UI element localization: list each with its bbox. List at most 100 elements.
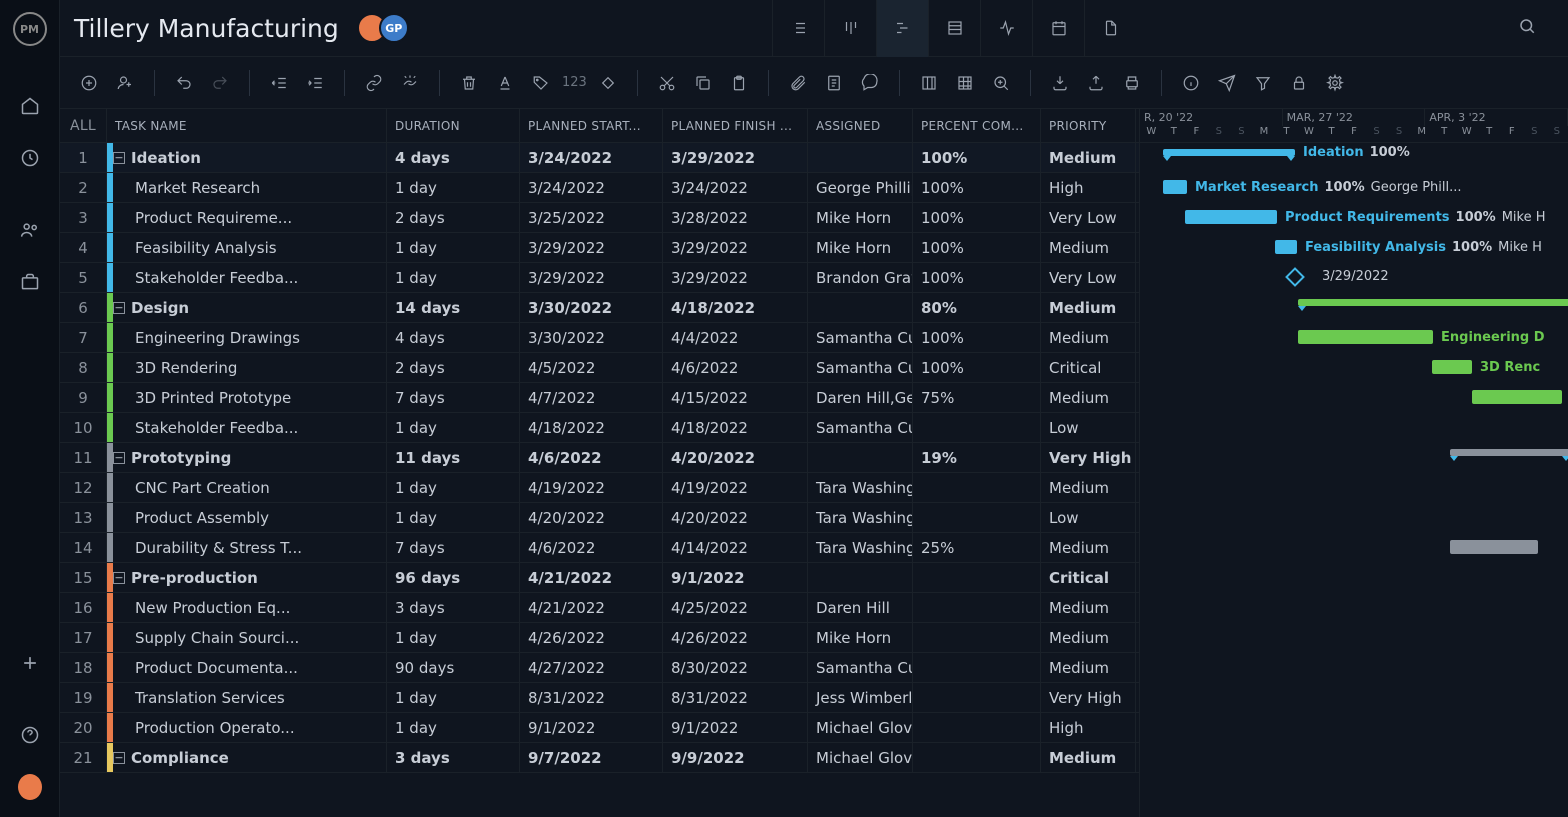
cell-task-name[interactable]: Durability & Stress T... bbox=[107, 533, 387, 562]
lock-icon[interactable] bbox=[1284, 68, 1314, 98]
cell-task-name[interactable]: Supply Chain Sourci... bbox=[107, 623, 387, 652]
cell-planned-start[interactable]: 4/20/2022 bbox=[520, 503, 663, 532]
gantt-row[interactable]: Market Research 100% George Phill... bbox=[1140, 173, 1568, 203]
cell-planned-finish[interactable]: 4/6/2022 bbox=[663, 353, 808, 382]
table-row[interactable]: 10 Stakeholder Feedba... 1 day 4/18/2022… bbox=[60, 413, 1139, 443]
export-icon[interactable] bbox=[1081, 68, 1111, 98]
cell-planned-start[interactable]: 9/1/2022 bbox=[520, 713, 663, 742]
table-row[interactable]: 12 CNC Part Creation 1 day 4/19/2022 4/1… bbox=[60, 473, 1139, 503]
table-row[interactable]: 13 Product Assembly 1 day 4/20/2022 4/20… bbox=[60, 503, 1139, 533]
cell-assigned[interactable]: Samantha Cum bbox=[808, 323, 913, 352]
gantt-row[interactable]: Engineering D bbox=[1140, 323, 1568, 353]
cell-duration[interactable]: 14 days bbox=[387, 293, 520, 322]
gantt-row[interactable]: Feasibility Analysis 100% Mike H bbox=[1140, 233, 1568, 263]
filter-icon[interactable] bbox=[1248, 68, 1278, 98]
table-row[interactable]: 6 −Design 14 days 3/30/2022 4/18/2022 80… bbox=[60, 293, 1139, 323]
cell-assigned[interactable]: Michael Glover bbox=[808, 743, 913, 772]
cell-assigned[interactable] bbox=[808, 443, 913, 472]
undo-icon[interactable] bbox=[169, 68, 199, 98]
text-style-icon[interactable] bbox=[490, 68, 520, 98]
unlink-icon[interactable] bbox=[395, 68, 425, 98]
search-icon[interactable] bbox=[1500, 17, 1554, 39]
cell-duration[interactable]: 4 days bbox=[387, 143, 520, 172]
table-row[interactable]: 2 Market Research 1 day 3/24/2022 3/24/2… bbox=[60, 173, 1139, 203]
cell-planned-finish[interactable]: 9/1/2022 bbox=[663, 713, 808, 742]
cell-duration[interactable]: 1 day bbox=[387, 683, 520, 712]
home-icon[interactable] bbox=[18, 94, 42, 118]
cell-percent-complete[interactable] bbox=[913, 473, 1041, 502]
table-row[interactable]: 21 −Compliance 3 days 9/7/2022 9/9/2022 … bbox=[60, 743, 1139, 773]
cell-planned-start[interactable]: 4/6/2022 bbox=[520, 533, 663, 562]
help-icon[interactable] bbox=[18, 723, 42, 747]
cell-percent-complete[interactable] bbox=[913, 503, 1041, 532]
notes-icon[interactable] bbox=[819, 68, 849, 98]
cell-duration[interactable]: 7 days bbox=[387, 383, 520, 412]
tag-icon[interactable] bbox=[526, 68, 556, 98]
table-row[interactable]: 3 Product Requireme... 2 days 3/25/2022 … bbox=[60, 203, 1139, 233]
cell-planned-start[interactable]: 3/24/2022 bbox=[520, 143, 663, 172]
cell-task-name[interactable]: Product Requireme... bbox=[107, 203, 387, 232]
cell-priority[interactable]: Medium bbox=[1041, 533, 1136, 562]
member-avatars[interactable]: GP bbox=[357, 13, 409, 43]
gantt-bar[interactable]: Ideation 100% bbox=[1163, 149, 1295, 156]
info-icon[interactable] bbox=[1176, 68, 1206, 98]
cell-priority[interactable]: Critical bbox=[1041, 563, 1136, 592]
cell-duration[interactable]: 1 day bbox=[387, 173, 520, 202]
print-icon[interactable] bbox=[1117, 68, 1147, 98]
cell-assigned[interactable]: Samantha Cum bbox=[808, 413, 913, 442]
cell-planned-finish[interactable]: 4/26/2022 bbox=[663, 623, 808, 652]
cell-priority[interactable]: Medium bbox=[1041, 323, 1136, 352]
table-row[interactable]: 18 Product Documenta... 90 days 4/27/202… bbox=[60, 653, 1139, 683]
gantt-chart[interactable]: R, 20 '22MAR, 27 '22APR, 3 '22 WTFSSMTWT… bbox=[1140, 109, 1568, 817]
cell-assigned[interactable]: Daren Hill,Geor bbox=[808, 383, 913, 412]
cell-task-name[interactable]: 3D Rendering bbox=[107, 353, 387, 382]
view-board-icon[interactable] bbox=[824, 0, 876, 57]
gantt-bar[interactable] bbox=[1450, 449, 1568, 456]
cell-planned-finish[interactable]: 4/20/2022 bbox=[663, 503, 808, 532]
gantt-bar[interactable]: Engineering D bbox=[1298, 330, 1433, 344]
cell-task-name[interactable]: Translation Services bbox=[107, 683, 387, 712]
cell-duration[interactable]: 4 days bbox=[387, 323, 520, 352]
collapse-icon[interactable]: − bbox=[113, 452, 125, 464]
cell-planned-finish[interactable]: 4/20/2022 bbox=[663, 443, 808, 472]
cell-duration[interactable]: 1 day bbox=[387, 713, 520, 742]
cell-task-name[interactable]: Product Assembly bbox=[107, 503, 387, 532]
view-file-icon[interactable] bbox=[1084, 0, 1136, 57]
cell-assigned[interactable]: Samantha Cum bbox=[808, 653, 913, 682]
settings-icon[interactable] bbox=[1320, 68, 1350, 98]
cell-duration[interactable]: 11 days bbox=[387, 443, 520, 472]
team-icon[interactable] bbox=[18, 218, 42, 242]
gantt-row[interactable] bbox=[1140, 293, 1568, 323]
cell-priority[interactable]: Low bbox=[1041, 503, 1136, 532]
cell-percent-complete[interactable]: 100% bbox=[913, 323, 1041, 352]
cell-duration[interactable]: 3 days bbox=[387, 743, 520, 772]
cell-priority[interactable]: Medium bbox=[1041, 293, 1136, 322]
redo-icon[interactable] bbox=[205, 68, 235, 98]
cell-planned-finish[interactable]: 3/28/2022 bbox=[663, 203, 808, 232]
cell-priority[interactable]: Very High bbox=[1041, 683, 1136, 712]
cell-task-name[interactable]: −Design bbox=[107, 293, 387, 322]
cell-duration[interactable]: 1 day bbox=[387, 623, 520, 652]
table-row[interactable]: 20 Production Operato... 1 day 9/1/2022 … bbox=[60, 713, 1139, 743]
view-calendar-icon[interactable] bbox=[1032, 0, 1084, 57]
cell-assigned[interactable]: Brandon Gray,M bbox=[808, 263, 913, 292]
cell-planned-finish[interactable]: 4/14/2022 bbox=[663, 533, 808, 562]
cell-planned-start[interactable]: 3/30/2022 bbox=[520, 293, 663, 322]
cell-percent-complete[interactable] bbox=[913, 563, 1041, 592]
cell-percent-complete[interactable]: 19% bbox=[913, 443, 1041, 472]
col-assigned[interactable]: ASSIGNED bbox=[808, 109, 913, 142]
add-task-icon[interactable] bbox=[74, 68, 104, 98]
table-row[interactable]: 9 3D Printed Prototype 7 days 4/7/2022 4… bbox=[60, 383, 1139, 413]
gantt-row[interactable] bbox=[1140, 593, 1568, 623]
cell-task-name[interactable]: Stakeholder Feedba... bbox=[107, 413, 387, 442]
cell-planned-finish[interactable]: 4/18/2022 bbox=[663, 413, 808, 442]
cell-priority[interactable]: Medium bbox=[1041, 653, 1136, 682]
cell-planned-start[interactable]: 8/31/2022 bbox=[520, 683, 663, 712]
cell-task-name[interactable]: Production Operato... bbox=[107, 713, 387, 742]
gantt-bar[interactable] bbox=[1450, 540, 1538, 554]
cell-planned-finish[interactable]: 4/25/2022 bbox=[663, 593, 808, 622]
cell-planned-start[interactable]: 4/6/2022 bbox=[520, 443, 663, 472]
cell-priority[interactable]: Very High bbox=[1041, 443, 1136, 472]
cell-duration[interactable]: 1 day bbox=[387, 413, 520, 442]
cell-task-name[interactable]: −Prototyping bbox=[107, 443, 387, 472]
